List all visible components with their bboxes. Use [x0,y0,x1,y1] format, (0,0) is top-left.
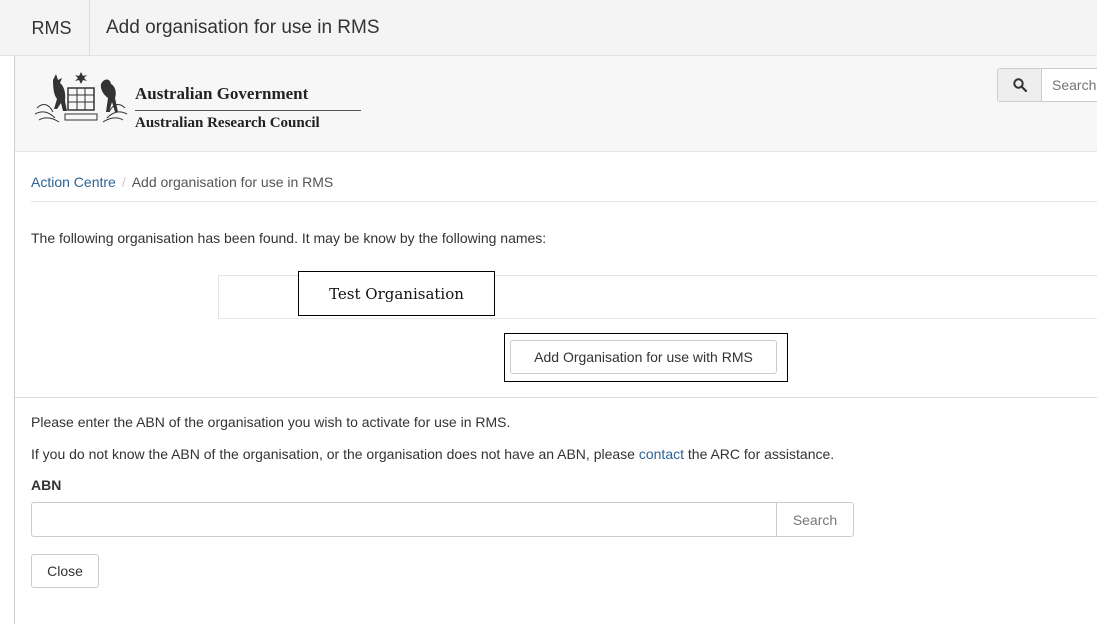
page-title: Add organisation for use in RMS [106,17,380,38]
contact-link[interactable]: contact [639,446,684,462]
search-button[interactable] [998,69,1042,101]
coat-of-arms-icon [34,72,128,123]
add-organisation-button[interactable]: Add Organisation for use with RMS [510,340,777,374]
abn-help-text: If you do not know the ABN of the organi… [31,446,834,462]
search-icon [1012,78,1027,92]
abn-label: ABN [31,477,62,493]
abn-search-button[interactable]: Search [776,502,854,537]
breadcrumb: Action Centre / Add organisation for use i… [31,174,333,190]
breadcrumb-action-centre-link[interactable]: Action Centre [31,174,116,190]
breadcrumb-current: Add organisation for use in RMS [131,174,334,190]
australian-government-logo[interactable]: Australian Government Australian Researc… [31,68,361,138]
abn-instructions: Please enter the ABN of the organisation… [31,414,511,430]
logo-line-2: Australian Research Council [135,115,320,131]
logo-divider [135,110,361,111]
top-bar: RMS Add organisation for use in RMS [0,0,1097,56]
abn-help-suffix: the ARC for assistance. [684,446,835,462]
logo-line-1: Australian Government [135,84,309,103]
close-button[interactable]: Close [31,554,99,588]
section-divider [15,397,1097,398]
content-frame: Australian Government Australian Researc… [14,56,1097,624]
search-input[interactable] [1042,69,1097,101]
breadcrumb-divider [31,201,1097,202]
app-name[interactable]: RMS [14,0,90,56]
site-header: Australian Government Australian Researc… [15,56,1097,152]
abn-help-prefix: If you do not know the ABN of the organi… [31,446,639,462]
breadcrumb-separator: / [121,174,126,190]
organisation-name: Test Organisation [298,271,495,316]
found-message: The following organisation has been foun… [31,230,547,246]
abn-input[interactable] [31,502,777,537]
site-search [997,68,1097,102]
